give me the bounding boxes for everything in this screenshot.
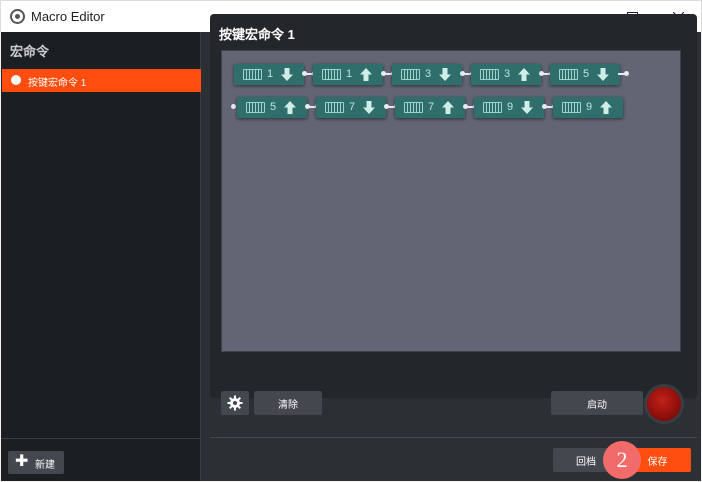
sidebar: 宏命令 按键宏命令 1 ✚ 新建 [1,32,201,481]
macro-node[interactable]: 7 [395,97,465,118]
key-label: 5 [583,68,590,80]
keyboard-icon [559,69,578,80]
gear-icon [227,395,243,411]
key-label: 7 [428,101,435,113]
macro-node[interactable]: 5 [237,97,307,118]
macro-canvas[interactable]: 1 1 3 3 5 5 7 7 9 9 [221,50,681,352]
keyboard-icon [243,69,262,80]
key-label: 5 [270,101,277,113]
macro-node[interactable]: 9 [474,97,544,118]
arrow-up-icon [360,68,372,81]
keyboard-icon [246,102,265,113]
key-label: 1 [267,68,274,80]
keyboard-icon [483,102,502,113]
settings-button[interactable] [221,391,249,415]
keyboard-icon [404,102,423,113]
window-title: Macro Editor [31,9,105,24]
key-label: 7 [349,101,356,113]
macro-title: 按键宏命令 1 [219,27,295,42]
key-label: 1 [346,68,353,80]
plus-icon: ✚ [15,453,29,470]
record-button[interactable] [647,387,681,421]
arrow-down-icon [439,68,451,81]
annotation-marker-2: 2 [603,441,641,479]
macro-node[interactable]: 5 [550,64,620,85]
sidebar-divider [1,438,201,439]
arrow-up-icon [600,101,612,114]
macro-node[interactable]: 7 [316,97,386,118]
key-label: 9 [586,101,593,113]
macro-node[interactable]: 3 [392,64,462,85]
key-label: 3 [504,68,511,80]
connector [618,70,630,78]
key-label: 3 [425,68,432,80]
macro-node[interactable]: 1 [313,64,383,85]
sidebar-item-macro-1[interactable]: 按键宏命令 1 [2,69,201,92]
sidebar-item-label: 按键宏命令 1 [28,78,87,89]
footer-divider [210,437,697,438]
selected-dot-icon [11,75,21,85]
keyboard-icon [322,69,341,80]
start-button[interactable]: 启动 [551,391,643,415]
keyboard-icon [401,69,420,80]
arrow-down-icon [281,68,293,81]
new-macro-button[interactable]: ✚ 新建 [8,451,64,474]
keyboard-icon [562,102,581,113]
arrow-down-icon [363,101,375,114]
macro-node[interactable]: 9 [553,97,623,118]
app-icon [10,9,25,24]
keyboard-icon [325,102,344,113]
arrow-up-icon [442,101,454,114]
key-label: 9 [507,101,514,113]
arrow-up-icon [518,68,530,81]
arrow-down-icon [521,101,533,114]
keyboard-icon [480,69,499,80]
new-button-label: 新建 [35,460,55,471]
arrow-down-icon [597,68,609,81]
sidebar-title: 宏命令 [10,44,50,59]
arrow-up-icon [284,101,296,114]
macro-node[interactable]: 1 [234,64,304,85]
macro-node[interactable]: 3 [471,64,541,85]
clear-button[interactable]: 清除 [254,391,322,415]
